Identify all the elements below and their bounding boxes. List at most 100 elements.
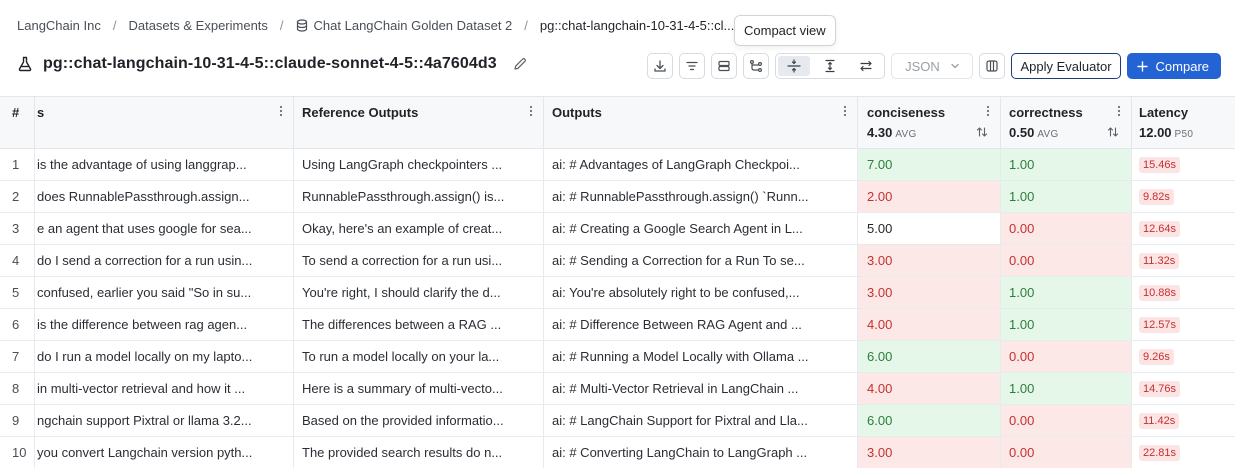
reference-output-cell[interactable]: You're right, I should clarify the d...	[294, 277, 544, 308]
breadcrumb-datasets[interactable]: Datasets & Experiments	[128, 18, 267, 33]
more-vertical-icon[interactable]	[279, 105, 283, 117]
row-number[interactable]: 5	[0, 277, 35, 308]
reference-output-cell[interactable]: Okay, here's an example of creat...	[294, 213, 544, 244]
table-row[interactable]: 1 is the advantage of using langgrap... Us…	[0, 149, 1235, 181]
correctness-score-cell[interactable]: 1.00	[1001, 309, 1132, 340]
reference-output-cell[interactable]: RunnablePassthrough.assign() is...	[294, 181, 544, 212]
row-number[interactable]: 3	[0, 213, 35, 244]
column-header-reference[interactable]: Reference Outputs	[294, 97, 544, 148]
input-cell[interactable]: you convert Langchain version pyth...	[35, 437, 294, 468]
latency-cell[interactable]: 9.26s	[1132, 341, 1235, 372]
input-cell[interactable]: confused, earlier you said "So in su...	[35, 277, 294, 308]
reference-output-cell[interactable]: The provided search results do n...	[294, 437, 544, 468]
output-cell[interactable]: ai: # LangChain Support for Pixtral and …	[544, 405, 858, 436]
output-cell[interactable]: ai: # Multi-Vector Retrieval in LangChai…	[544, 373, 858, 404]
row-number[interactable]: 7	[0, 341, 35, 372]
column-header-correctness[interactable]: correctness 0.50 AVG	[1001, 97, 1132, 148]
row-number[interactable]: 6	[0, 309, 35, 340]
conciseness-score-cell[interactable]: 6.00	[858, 341, 1001, 372]
output-cell[interactable]: ai: # Advantages of LangGraph Checkpoi..…	[544, 149, 858, 180]
conciseness-score-cell[interactable]: 6.00	[858, 405, 1001, 436]
correctness-score-cell[interactable]: 1.00	[1001, 149, 1132, 180]
table-row[interactable]: 6 is the difference between rag agen... Th…	[0, 309, 1235, 341]
input-cell[interactable]: ngchain support Pixtral or llama 3.2...	[35, 405, 294, 436]
column-header-latency[interactable]: Latency 12.00 P50	[1132, 97, 1235, 148]
latency-cell[interactable]: 15.46s	[1132, 149, 1235, 180]
conciseness-score-cell[interactable]: 7.00	[858, 149, 1001, 180]
table-row[interactable]: 4 do I send a correction for a run usin..…	[0, 245, 1235, 277]
more-vertical-icon[interactable]	[1117, 105, 1121, 117]
reference-output-cell[interactable]: To run a model locally on your la...	[294, 341, 544, 372]
compact-view-button[interactable]	[778, 56, 811, 76]
table-row[interactable]: 7 do I run a model locally on my lapto...…	[0, 341, 1235, 373]
more-vertical-icon[interactable]	[986, 105, 990, 117]
branch-button[interactable]	[743, 53, 770, 79]
output-cell[interactable]: ai: # Running a Model Locally with Ollam…	[544, 341, 858, 372]
input-cell[interactable]: in multi-vector retrieval and how it ...	[35, 373, 294, 404]
latency-cell[interactable]: 9.82s	[1132, 181, 1235, 212]
column-header-inputs[interactable]: s	[35, 97, 294, 148]
rows-button[interactable]	[711, 53, 738, 79]
expanded-view-button[interactable]	[814, 56, 846, 76]
row-number[interactable]: 10	[0, 437, 35, 468]
input-cell[interactable]: do I run a model locally on my lapto...	[35, 341, 294, 372]
correctness-score-cell[interactable]: 0.00	[1001, 437, 1132, 468]
table-row[interactable]: 5 confused, earlier you said "So in su...…	[0, 277, 1235, 309]
sort-icon[interactable]	[976, 126, 988, 138]
correctness-score-cell[interactable]: 0.00	[1001, 245, 1132, 276]
compare-button[interactable]: Compare	[1126, 53, 1221, 79]
breadcrumb-dataset[interactable]: Chat LangChain Golden Dataset 2	[314, 18, 513, 33]
output-cell[interactable]: ai: # Sending a Correction for a Run To …	[544, 245, 858, 276]
latency-cell[interactable]: 14.76s	[1132, 373, 1235, 404]
reference-output-cell[interactable]: Here is a summary of multi-vecto...	[294, 373, 544, 404]
output-cell[interactable]: ai: # RunnablePassthrough.assign() `Runn…	[544, 181, 858, 212]
conciseness-score-cell[interactable]: 2.00	[858, 181, 1001, 212]
correctness-score-cell[interactable]: 0.00	[1001, 213, 1132, 244]
output-cell[interactable]: ai: # Converting LangChain to LangGraph …	[544, 437, 858, 468]
column-header-outputs[interactable]: Outputs	[544, 97, 858, 148]
apply-evaluator-button[interactable]: Apply Evaluator	[1011, 53, 1121, 79]
correctness-score-cell[interactable]: 0.00	[1001, 405, 1132, 436]
input-cell[interactable]: is the advantage of using langgrap...	[35, 149, 294, 180]
table-row[interactable]: 9 ngchain support Pixtral or llama 3.2...…	[0, 405, 1235, 437]
swap-view-button[interactable]	[850, 56, 882, 76]
output-cell[interactable]: ai: You're absolutely right to be confus…	[544, 277, 858, 308]
latency-cell[interactable]: 11.42s	[1132, 405, 1235, 436]
reference-output-cell[interactable]: Based on the provided informatio...	[294, 405, 544, 436]
table-row[interactable]: 3e an agent that uses google for sea... O…	[0, 213, 1235, 245]
latency-cell[interactable]: 12.64s	[1132, 213, 1235, 244]
row-number[interactable]: 8	[0, 373, 35, 404]
correctness-score-cell[interactable]: 1.00	[1001, 277, 1132, 308]
format-select[interactable]: JSON	[891, 53, 974, 79]
filter-button[interactable]	[679, 53, 706, 79]
table-row[interactable]: 8 in multi-vector retrieval and how it ..…	[0, 373, 1235, 405]
download-button[interactable]	[647, 53, 674, 79]
row-number[interactable]: 2	[0, 181, 35, 212]
pencil-icon[interactable]	[513, 57, 527, 71]
conciseness-score-cell[interactable]: 4.00	[858, 373, 1001, 404]
more-vertical-icon[interactable]	[843, 105, 847, 117]
sort-icon[interactable]	[1107, 126, 1119, 138]
correctness-score-cell[interactable]: 0.00	[1001, 341, 1132, 372]
conciseness-score-cell[interactable]: 3.00	[858, 437, 1001, 468]
correctness-score-cell[interactable]: 1.00	[1001, 373, 1132, 404]
latency-cell[interactable]: 12.57s	[1132, 309, 1235, 340]
conciseness-score-cell[interactable]: 3.00	[858, 245, 1001, 276]
output-cell[interactable]: ai: # Creating a Google Search Agent in …	[544, 213, 858, 244]
reference-output-cell[interactable]: Using LangGraph checkpointers ...	[294, 149, 544, 180]
row-number[interactable]: 1	[0, 149, 35, 180]
row-number[interactable]: 9	[0, 405, 35, 436]
input-cell[interactable]: e an agent that uses google for sea...	[35, 213, 294, 244]
conciseness-score-cell[interactable]: 3.00	[858, 277, 1001, 308]
column-header-conciseness[interactable]: conciseness 4.30 AVG	[858, 97, 1001, 148]
correctness-score-cell[interactable]: 1.00	[1001, 181, 1132, 212]
latency-cell[interactable]: 22.81s	[1132, 437, 1235, 468]
input-cell[interactable]: do I send a correction for a run usin...	[35, 245, 294, 276]
input-cell[interactable]: is the difference between rag agen...	[35, 309, 294, 340]
output-cell[interactable]: ai: # Difference Between RAG Agent and .…	[544, 309, 858, 340]
latency-cell[interactable]: 11.32s	[1132, 245, 1235, 276]
table-row[interactable]: 2 does RunnablePassthrough.assign... Runna…	[0, 181, 1235, 213]
reference-output-cell[interactable]: To send a correction for a run usi...	[294, 245, 544, 276]
breadcrumb-org[interactable]: LangChain Inc	[17, 18, 101, 33]
latency-cell[interactable]: 10.88s	[1132, 277, 1235, 308]
